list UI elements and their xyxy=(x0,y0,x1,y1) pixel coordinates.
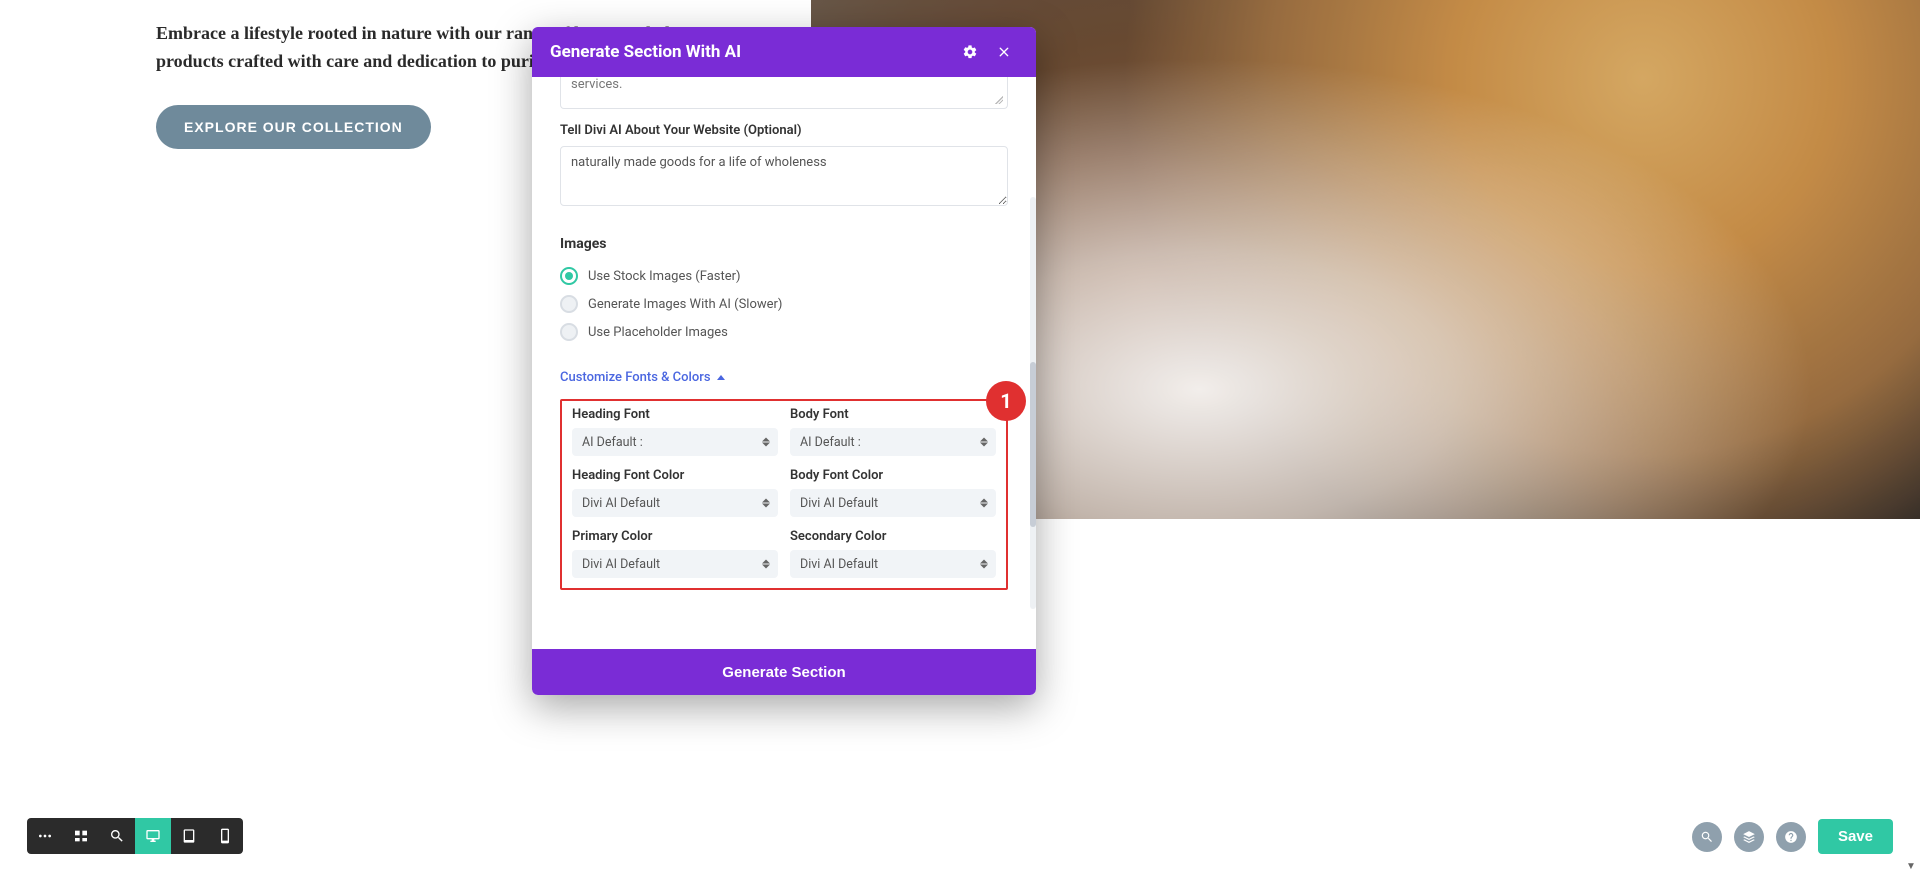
view-switcher xyxy=(27,818,243,854)
primary-color-select[interactable]: Divi AI Default xyxy=(572,550,778,578)
layers-button[interactable] xyxy=(1734,822,1764,852)
heading-font-color-label: Heading Font Color xyxy=(572,468,778,483)
page-background: Embrace a lifestyle rooted in nature wit… xyxy=(0,0,1920,876)
customize-fonts-colors-toggle[interactable]: Customize Fonts & Colors xyxy=(560,370,725,385)
sort-icon xyxy=(980,499,988,508)
annotation-badge-1: 1 xyxy=(986,381,1026,421)
page-description-textarea-tail[interactable]: services. xyxy=(560,77,1008,109)
body-font-color-select[interactable]: Divi AI Default xyxy=(790,489,996,517)
secondary-color-value: Divi AI Default xyxy=(800,557,878,572)
primary-color-value: Divi AI Default xyxy=(582,557,660,572)
fonts-colors-highlight-box: 1 Heading Font AI Default : Body Font AI… xyxy=(560,399,1008,590)
radio-stock-images[interactable]: Use Stock Images (Faster) xyxy=(560,262,1008,290)
explore-collection-button[interactable]: EXPLORE OUR COLLECTION xyxy=(156,105,431,149)
radio-dot-icon xyxy=(560,323,578,341)
search-button[interactable] xyxy=(1692,822,1722,852)
secondary-color-label: Secondary Color xyxy=(790,529,996,544)
generate-section-button[interactable]: Generate Section xyxy=(532,649,1036,695)
page-description-textarea-tail-text: services. xyxy=(571,77,622,92)
images-heading: Images xyxy=(560,236,1008,252)
zoom-view-button[interactable] xyxy=(99,818,135,854)
tablet-view-button[interactable] xyxy=(171,818,207,854)
about-website-textarea[interactable] xyxy=(560,146,1008,206)
page-scroll-down-icon[interactable]: ▼ xyxy=(1904,860,1918,874)
heading-font-select[interactable]: AI Default : xyxy=(572,428,778,456)
radio-placeholder-images[interactable]: Use Placeholder Images xyxy=(560,318,1008,346)
sort-icon xyxy=(980,560,988,569)
radio-dot-selected-icon xyxy=(560,267,578,285)
heading-font-label: Heading Font xyxy=(572,407,778,422)
primary-color-label: Primary Color xyxy=(572,529,778,544)
about-website-label: Tell Divi AI About Your Website (Optiona… xyxy=(560,123,1008,138)
radio-placeholder-images-label: Use Placeholder Images xyxy=(588,325,728,340)
customize-fonts-colors-label: Customize Fonts & Colors xyxy=(560,370,711,385)
settings-icon[interactable] xyxy=(956,38,984,66)
caret-up-icon xyxy=(717,375,725,380)
body-font-label: Body Font xyxy=(790,407,996,422)
sort-icon xyxy=(762,499,770,508)
radio-dot-icon xyxy=(560,295,578,313)
secondary-color-select[interactable]: Divi AI Default xyxy=(790,550,996,578)
sort-icon xyxy=(762,560,770,569)
modal-scrollbar[interactable] xyxy=(1030,197,1036,609)
sort-icon xyxy=(762,438,770,447)
body-font-select[interactable]: AI Default : xyxy=(790,428,996,456)
modal-header: Generate Section With AI xyxy=(532,27,1036,77)
modal-footer: Generate Section xyxy=(532,649,1036,695)
modal-title: Generate Section With AI xyxy=(550,42,741,62)
help-button[interactable] xyxy=(1776,822,1806,852)
heading-font-color-select[interactable]: Divi AI Default xyxy=(572,489,778,517)
desktop-view-button[interactable] xyxy=(135,818,171,854)
radio-stock-images-label: Use Stock Images (Faster) xyxy=(588,269,741,284)
heading-font-value: AI Default : xyxy=(582,435,643,450)
bottom-right-controls: Save xyxy=(1692,819,1893,854)
radio-ai-images[interactable]: Generate Images With AI (Slower) xyxy=(560,290,1008,318)
phone-view-button[interactable] xyxy=(207,818,243,854)
heading-font-color-value: Divi AI Default xyxy=(582,496,660,511)
more-menu-button[interactable] xyxy=(27,818,63,854)
modal-body: services. Tell Divi AI About Your Websit… xyxy=(532,77,1036,649)
bottom-toolbar: Save xyxy=(0,816,1920,876)
body-font-color-value: Divi AI Default xyxy=(800,496,878,511)
body-font-color-label: Body Font Color xyxy=(790,468,996,483)
save-button[interactable]: Save xyxy=(1818,819,1893,854)
close-icon[interactable] xyxy=(990,38,1018,66)
body-font-value: AI Default : xyxy=(800,435,861,450)
radio-ai-images-label: Generate Images With AI (Slower) xyxy=(588,297,782,312)
wireframe-view-button[interactable] xyxy=(63,818,99,854)
modal-scrollbar-thumb[interactable] xyxy=(1030,362,1036,527)
generate-section-modal: Generate Section With AI services. Tell … xyxy=(532,27,1036,695)
sort-icon xyxy=(980,438,988,447)
